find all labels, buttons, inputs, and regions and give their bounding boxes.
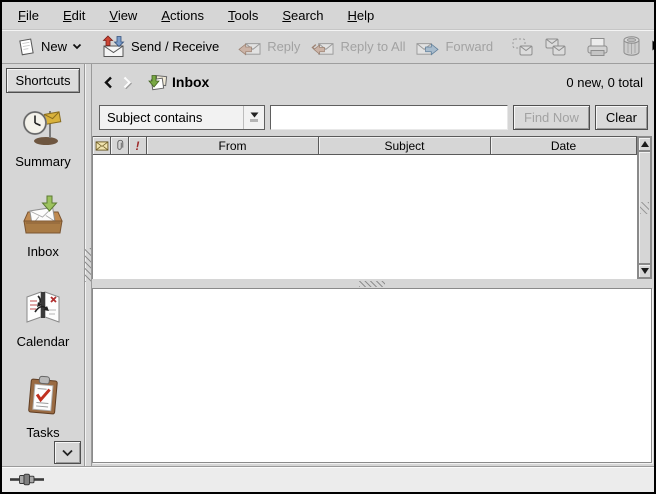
sidebar-item-summary[interactable]: Summary — [15, 104, 71, 169]
sidebar-item-label: Summary — [15, 154, 71, 169]
date-column-header[interactable]: Date — [491, 136, 637, 155]
menu-view[interactable]: View — [97, 2, 149, 29]
message-list: ! From Subject Date — [92, 136, 652, 279]
print-button[interactable] — [580, 34, 615, 60]
sidebar-item-calendar[interactable]: Calendar — [17, 284, 70, 349]
send-receive-icon — [100, 35, 126, 58]
menu-search[interactable]: Search — [270, 2, 335, 29]
menu-bar: File Edit View Actions Tools Search Help — [2, 2, 654, 30]
find-now-button[interactable]: Find Now — [513, 105, 590, 130]
shortcut-scroll-down-button[interactable] — [54, 441, 81, 464]
inbox-note-icon — [147, 73, 168, 92]
sidebar-item-label: Tasks — [26, 425, 59, 440]
new-document-icon — [16, 36, 36, 57]
sidebar-item-label: Calendar — [17, 334, 70, 349]
reply-all-icon — [310, 36, 335, 58]
summary-clock-icon — [21, 104, 65, 147]
preview-splitter[interactable] — [92, 279, 652, 288]
read-status-envelope-icon — [95, 141, 109, 151]
attachment-paperclip-icon — [115, 139, 124, 153]
attachment-column-header[interactable] — [111, 136, 129, 155]
send-receive-button[interactable]: Send / Receive — [95, 33, 224, 60]
forward-button[interactable]: Forward — [410, 34, 498, 60]
message-list-header: ! From Subject Date — [93, 136, 637, 155]
delete-button[interactable] — [615, 33, 648, 60]
print-icon — [585, 36, 610, 58]
copy-to-folder-icon — [544, 37, 567, 57]
chevron-down-icon — [72, 43, 82, 50]
back-button[interactable] — [99, 76, 117, 89]
content-area: Shortcuts — [2, 64, 654, 466]
clear-button[interactable]: Clear — [595, 105, 648, 130]
copy-to-folder-button[interactable] — [539, 35, 572, 59]
tasks-clipboard-icon — [23, 374, 63, 418]
evolution-window: File Edit View Actions Tools Search Help… — [0, 0, 656, 494]
search-criteria-value: Subject contains — [107, 110, 202, 125]
folder-title-bar: Inbox 0 new, 0 total — [92, 64, 652, 100]
menu-help[interactable]: Help — [336, 2, 387, 29]
importance-column-header[interactable]: ! — [129, 136, 147, 155]
search-input[interactable] — [270, 105, 508, 130]
scrollbar-up-button[interactable] — [638, 137, 651, 151]
search-criteria-dropdown[interactable]: Subject contains — [99, 105, 265, 130]
forward-nav-button[interactable] — [117, 76, 135, 89]
reply-to-all-button[interactable]: Reply to All — [305, 34, 410, 60]
shortcuts-group-button[interactable]: Shortcuts — [6, 68, 80, 93]
toolbar-overflow-button[interactable] — [648, 35, 656, 58]
message-list-body[interactable] — [93, 155, 637, 279]
read-status-column-header[interactable] — [93, 136, 111, 155]
menu-tools[interactable]: Tools — [216, 2, 270, 29]
menu-file[interactable]: File — [6, 2, 51, 29]
forward-icon — [415, 36, 440, 58]
subject-column-header[interactable]: Subject — [319, 136, 491, 155]
new-button[interactable]: New — [11, 34, 87, 59]
message-preview-pane[interactable] — [92, 288, 652, 463]
search-bar: Subject contains Find Now Clear — [92, 100, 652, 134]
up-arrow-icon — [641, 141, 649, 147]
menu-edit[interactable]: Edit — [51, 2, 97, 29]
calendar-book-icon — [20, 284, 66, 327]
online-plug-icon[interactable] — [10, 473, 44, 486]
move-to-folder-button[interactable] — [506, 35, 539, 59]
scroll-down-icon — [61, 449, 74, 457]
scrollbar-track[interactable] — [638, 151, 651, 264]
reply-icon — [237, 36, 262, 58]
sidebar-item-label: Inbox — [27, 244, 59, 259]
menu-actions[interactable]: Actions — [149, 2, 216, 29]
reply-button[interactable]: Reply — [232, 34, 305, 60]
status-bar — [2, 466, 654, 492]
shortcut-list: Summary — [2, 95, 84, 466]
sidebar-item-inbox[interactable]: Inbox — [20, 194, 66, 259]
trash-icon — [620, 35, 643, 58]
importance-icon: ! — [136, 139, 140, 153]
sidebar-splitter[interactable] — [84, 64, 92, 466]
down-arrow-icon — [641, 268, 649, 274]
sidebar-item-tasks[interactable]: Tasks — [23, 374, 63, 440]
main-toolbar: New Send / Receive — [2, 30, 654, 64]
splitter-grip — [359, 281, 385, 287]
combo-arrow-icon — [243, 106, 264, 129]
shortcut-bar: Shortcuts — [2, 64, 84, 466]
folder-title: Inbox — [172, 74, 209, 90]
move-to-folder-icon — [511, 37, 534, 57]
from-column-header[interactable]: From — [147, 136, 319, 155]
splitter-grip — [85, 248, 91, 282]
message-list-scrollbar — [637, 136, 652, 279]
scrollbar-down-button[interactable] — [638, 264, 651, 278]
scrollbar-thumb[interactable] — [638, 151, 651, 264]
inbox-tray-icon — [20, 194, 66, 237]
overflow-right-arrow-icon — [652, 40, 656, 51]
mail-view: Inbox 0 new, 0 total Subject contains Fi… — [92, 64, 654, 466]
folder-message-count: 0 new, 0 total — [566, 75, 643, 90]
